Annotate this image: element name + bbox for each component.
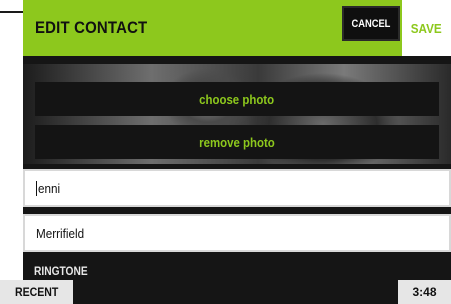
last-name-field[interactable]: Merrifield bbox=[23, 214, 451, 252]
cancel-button-label: CANCEL bbox=[351, 17, 391, 30]
text-cursor bbox=[36, 180, 37, 196]
first-name-value: enni bbox=[38, 180, 61, 196]
title-bar: EDIT CONTACT CANCEL SAVE bbox=[23, 0, 451, 56]
page-title: EDIT CONTACT bbox=[35, 18, 148, 37]
recent-tab[interactable]: RECENT bbox=[0, 280, 73, 304]
clock: 3:48 bbox=[398, 280, 451, 304]
cancel-button[interactable]: CANCEL bbox=[342, 6, 400, 41]
remove-photo-button[interactable]: remove photo bbox=[35, 125, 439, 159]
connector-line bbox=[0, 11, 23, 13]
save-button-label: SAVE bbox=[411, 20, 442, 36]
choose-photo-button[interactable]: choose photo bbox=[35, 82, 439, 116]
remove-photo-label: remove photo bbox=[199, 134, 275, 150]
choose-photo-label: choose photo bbox=[199, 91, 275, 107]
ringtone-label: RINGTONE bbox=[34, 264, 97, 278]
ringtone-label-text: RINGTONE bbox=[34, 264, 88, 278]
first-name-field[interactable]: enni bbox=[23, 169, 451, 207]
save-button[interactable]: SAVE bbox=[402, 0, 451, 56]
last-name-value: Merrifield bbox=[36, 225, 85, 241]
recent-tab-label: RECENT bbox=[14, 285, 59, 299]
edit-contact-screen: EDIT CONTACT CANCEL SAVE choose photo re… bbox=[23, 0, 451, 304]
